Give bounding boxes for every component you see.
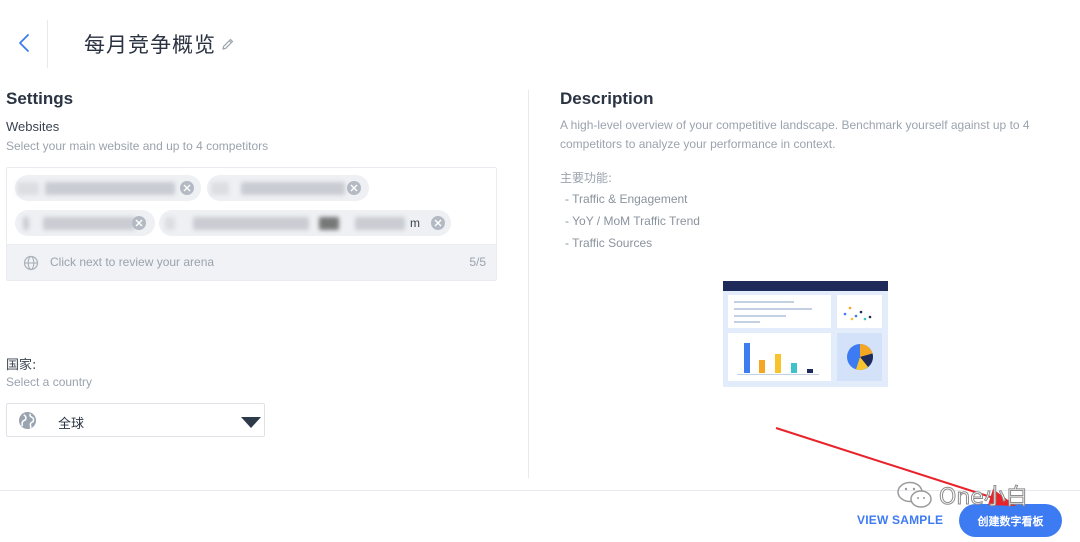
pencil-icon[interactable] <box>221 37 235 51</box>
page-header: 每月竞争概览 <box>0 0 1080 86</box>
country-value: 全球 <box>58 417 85 432</box>
remove-chip-button[interactable] <box>132 216 146 230</box>
websites-label: Websites <box>6 119 60 134</box>
features-list: - Traffic & Engagement - YoY / MoM Traff… <box>565 190 700 256</box>
close-icon <box>434 219 442 227</box>
blurred-website <box>355 217 405 230</box>
blurred-website <box>241 182 345 195</box>
arena-input-row[interactable]: Click next to review your arena 5/5 <box>7 244 496 280</box>
country-select[interactable]: 全球 <box>6 403 265 437</box>
blurred-website <box>319 217 339 230</box>
websites-hint: Select your main website and up to 4 com… <box>6 139 269 153</box>
website-chip[interactable] <box>15 175 201 201</box>
blurred-website <box>45 182 175 195</box>
chevron-left-icon <box>19 34 29 52</box>
description-text: A high-level overview of your competitiv… <box>560 118 1030 151</box>
feature-item: - YoY / MoM Traffic Trend <box>565 214 700 228</box>
close-icon <box>135 219 143 227</box>
dashboard-illustration <box>723 281 888 387</box>
arena-count: 5/5 <box>469 255 486 269</box>
globe-icon <box>23 255 39 271</box>
blurred-website <box>43 217 135 230</box>
feature-item: - Traffic Sources <box>565 236 653 250</box>
arena-input-hint: Click next to review your arena <box>50 255 215 269</box>
footer-divider <box>0 490 1080 491</box>
chip-text-fragment: m <box>410 216 420 230</box>
back-button[interactable] <box>10 26 38 60</box>
country-label: 国家: <box>6 358 37 373</box>
features-label: 主要功能: <box>560 171 613 185</box>
caret-down-icon <box>241 417 261 428</box>
close-icon <box>350 184 358 192</box>
close-icon <box>183 184 191 192</box>
blurred-website <box>17 182 39 195</box>
settings-title: Settings <box>6 89 74 108</box>
view-sample-link[interactable]: VIEW SAMPLE <box>857 513 943 527</box>
wechat-icon <box>897 481 932 508</box>
website-chip[interactable]: m <box>159 210 451 236</box>
blurred-website <box>165 217 175 230</box>
country-hint: Select a country <box>6 375 93 389</box>
header-divider <box>47 20 48 68</box>
remove-chip-button[interactable] <box>431 216 445 230</box>
website-arena[interactable]: m Click next to review your arena 5/5 <box>6 167 497 281</box>
globe-icon <box>18 411 37 430</box>
feature-item: - Traffic & Engagement <box>565 192 688 206</box>
website-chip[interactable] <box>207 175 369 201</box>
remove-chip-button[interactable] <box>180 181 194 195</box>
blurred-website <box>193 217 309 230</box>
page-title: 每月竞争概览 <box>84 33 216 57</box>
description-title: Description <box>560 89 654 108</box>
panel-divider <box>528 90 529 478</box>
blurred-website <box>23 217 29 230</box>
blurred-website <box>211 182 229 195</box>
create-dashboard-button[interactable]: 创建数字看板 <box>959 504 1062 537</box>
website-chip[interactable] <box>15 210 155 236</box>
remove-chip-button[interactable] <box>347 181 361 195</box>
